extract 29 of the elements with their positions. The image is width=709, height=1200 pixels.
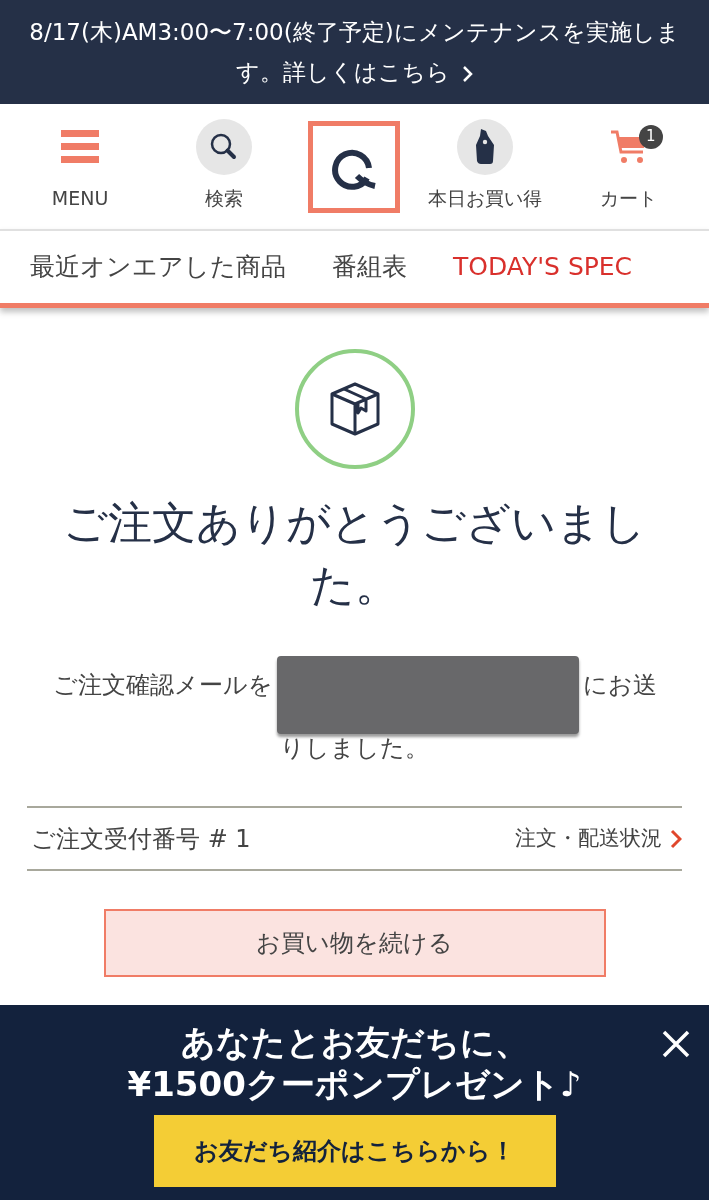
search-button[interactable]: 検索 [164, 116, 285, 217]
menu-button[interactable]: MENU [20, 116, 141, 217]
continue-shopping-button[interactable]: お買い物を続ける [103, 909, 606, 977]
notice-banner[interactable]: 8/17(木)AM3:00〜7:00(終了予定)にメンテナンスを実施します。詳しくはこちら [0, 0, 709, 105]
nav-tab[interactable]: 番組表 [332, 248, 407, 286]
chevron-right-icon [670, 828, 682, 849]
message-text: にお送 [582, 670, 657, 702]
package-icon [293, 348, 416, 471]
chevron-right-icon [461, 64, 474, 83]
thank-you-heading: ご注文ありがとうございました。 [62, 496, 647, 613]
promo-heading: ¥1500クーポンプレゼント♪ [127, 1063, 582, 1105]
menu-icon [61, 130, 100, 165]
message-text: ご注文確認メールを [52, 670, 273, 702]
message-text: りしました。 [280, 733, 429, 765]
search-icon [196, 119, 253, 176]
notice-text[interactable]: 8/17(木)AM3:00〜7:00(終了予定)にメンテナンスを実施します。詳しくはこちら [24, 12, 685, 93]
order-number: ご注文受付番号 # 1 [30, 823, 251, 855]
nav-tab[interactable]: TODAY'S SPEC [453, 248, 633, 286]
price-tag-icon [456, 119, 513, 176]
order-status-link[interactable]: 注文・配送状況 [515, 822, 682, 855]
close-button[interactable] [661, 1029, 691, 1059]
cart-count-badge: 1 [638, 124, 663, 149]
cart-button[interactable]: カート 1 [568, 116, 689, 217]
deals-button[interactable]: 本日お買い得 [424, 116, 545, 217]
nav-tab[interactable]: 最近オンエアした商品 [30, 248, 286, 286]
refer-friend-button[interactable]: お友だち紹介はこちらから！ [153, 1115, 556, 1187]
close-icon [661, 1029, 691, 1059]
logo[interactable] [308, 120, 401, 213]
promo-heading: あなたとお友だちに、 [180, 1021, 529, 1063]
